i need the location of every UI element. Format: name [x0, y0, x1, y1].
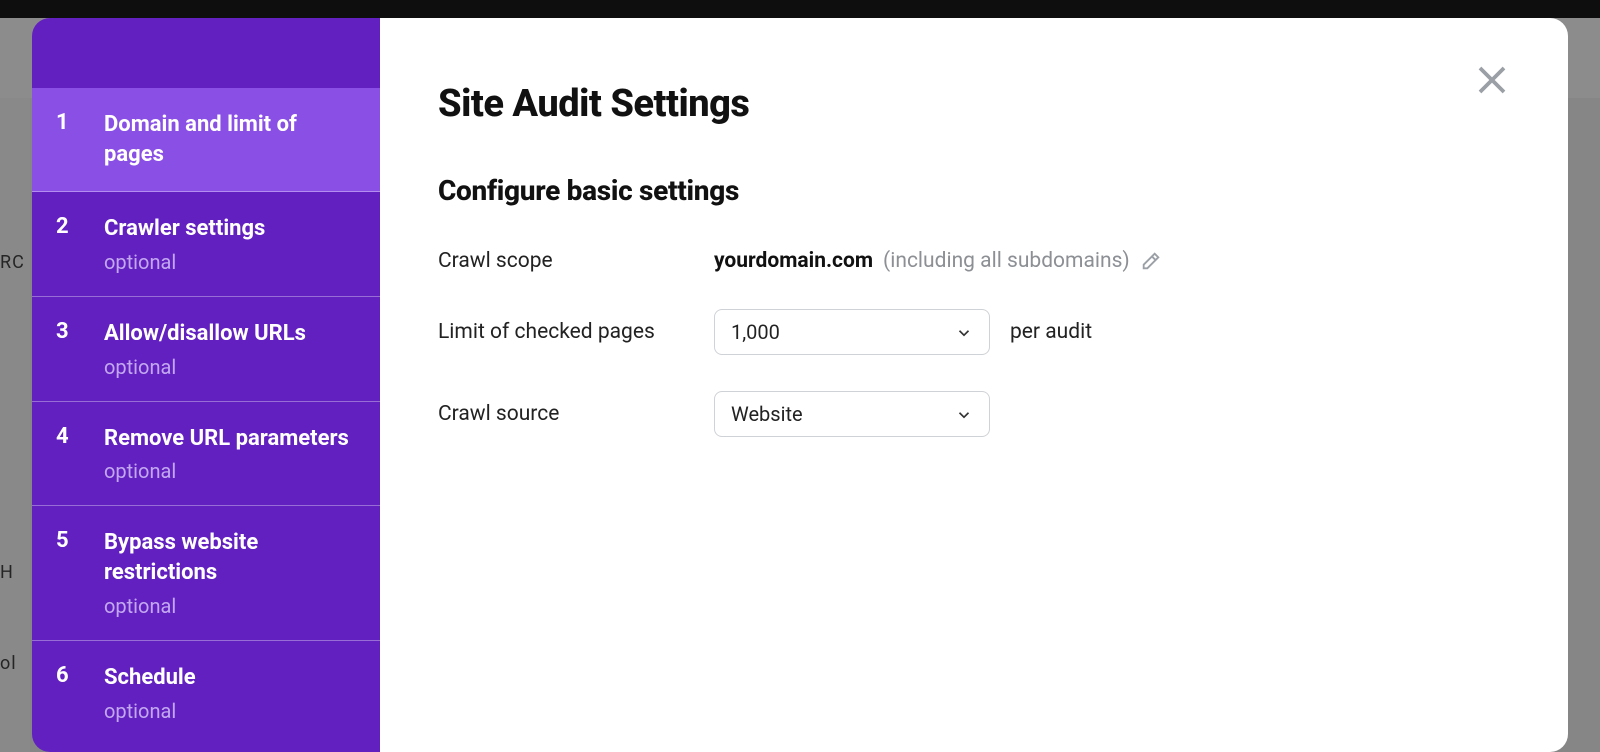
wizard-sidebar: 1 Domain and limit of pages 2 Crawler se…	[32, 18, 380, 752]
chevron-down-icon	[955, 405, 973, 423]
wizard-step-allow-disallow[interactable]: 3 Allow/disallow URLs optional	[32, 297, 380, 402]
step-number: 2	[56, 214, 74, 274]
crawl-source-value: Website	[731, 402, 803, 426]
step-optional-label: optional	[104, 459, 349, 483]
label-crawl-scope: Crawl scope	[438, 249, 714, 273]
limit-pages-suffix: per audit	[1010, 320, 1092, 344]
limit-pages-select[interactable]: 1,000	[714, 309, 990, 355]
page-title: Site Audit Settings	[438, 82, 1510, 126]
label-crawl-source: Crawl source	[438, 402, 714, 426]
wizard-step-remove-url-params[interactable]: 4 Remove URL parameters optional	[32, 402, 380, 507]
section-subtitle: Configure basic settings	[438, 174, 1510, 207]
wizard-step-crawler-settings[interactable]: 2 Crawler settings optional	[32, 192, 380, 297]
settings-modal: 1 Domain and limit of pages 2 Crawler se…	[32, 18, 1568, 752]
chevron-down-icon	[955, 323, 973, 341]
step-number: 5	[56, 528, 74, 617]
step-number: 1	[56, 110, 74, 169]
row-crawl-scope: Crawl scope yourdomain.com (including al…	[438, 249, 1510, 273]
step-number: 4	[56, 424, 74, 484]
wizard-step-domain-limit[interactable]: 1 Domain and limit of pages	[32, 88, 380, 192]
close-icon	[1474, 83, 1510, 102]
row-crawl-source: Crawl source Website	[438, 391, 1510, 437]
step-optional-label: optional	[104, 250, 265, 274]
label-limit-pages: Limit of checked pages	[438, 320, 714, 344]
step-title: Crawler settings	[104, 214, 265, 244]
step-title: Allow/disallow URLs	[104, 319, 306, 349]
row-limit-pages: Limit of checked pages 1,000 per audit	[438, 309, 1510, 355]
step-number: 6	[56, 663, 74, 723]
step-title: Remove URL parameters	[104, 424, 349, 454]
step-title: Schedule	[104, 663, 196, 693]
pencil-icon	[1140, 254, 1162, 278]
step-optional-label: optional	[104, 594, 356, 618]
edit-crawl-scope-button[interactable]	[1140, 250, 1162, 272]
crawl-scope-domain: yourdomain.com	[714, 249, 873, 273]
step-optional-label: optional	[104, 699, 196, 723]
step-number: 3	[56, 319, 74, 379]
step-optional-label: optional	[104, 355, 306, 379]
modal-main-panel: Site Audit Settings Configure basic sett…	[380, 18, 1568, 752]
close-button[interactable]	[1474, 62, 1510, 98]
wizard-step-schedule[interactable]: 6 Schedule optional	[32, 641, 380, 745]
crawl-scope-note: (including all subdomains)	[883, 249, 1130, 273]
crawl-source-select[interactable]: Website	[714, 391, 990, 437]
step-title: Domain and limit of pages	[104, 110, 356, 169]
wizard-step-bypass-restrictions[interactable]: 5 Bypass website restrictions optional	[32, 506, 380, 640]
limit-pages-value: 1,000	[731, 320, 780, 344]
step-title: Bypass website restrictions	[104, 528, 356, 587]
